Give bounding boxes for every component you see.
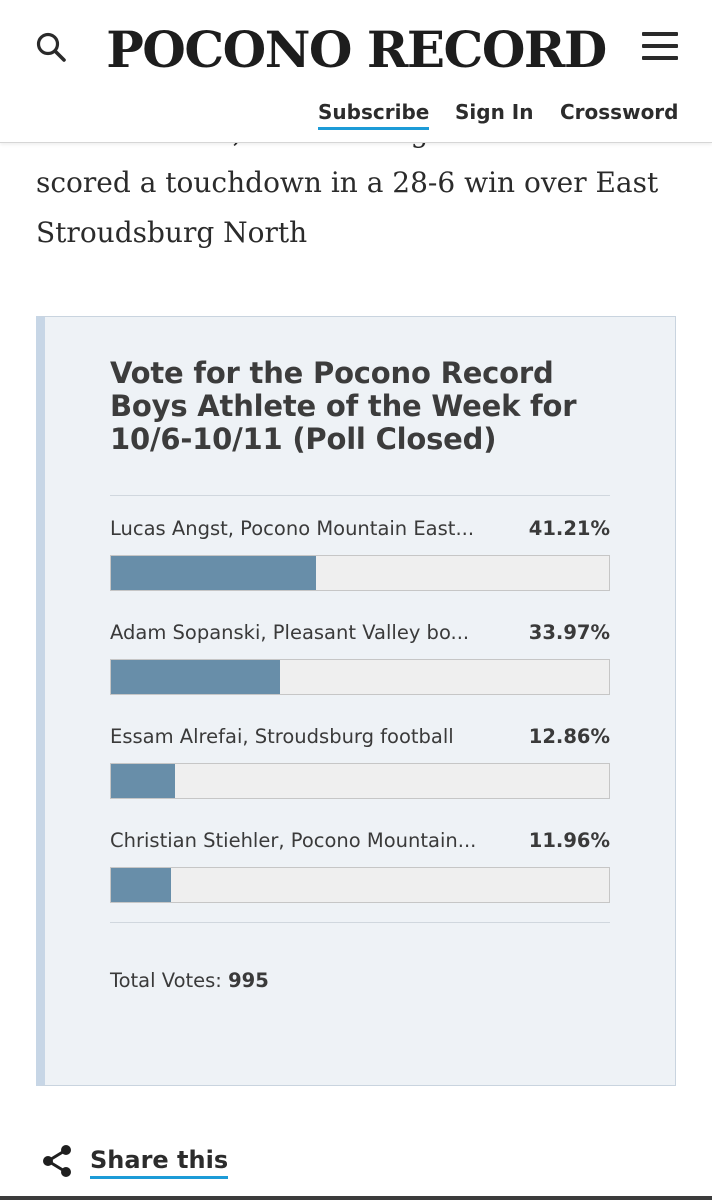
article-line: Stroudsburg North [36,216,308,249]
poll-option-bar-fill [111,868,171,902]
menu-button[interactable] [642,32,680,62]
sign-in-link[interactable]: Sign In [455,100,533,124]
poll-option-percent: 41.21% [528,517,610,540]
poll-total-label: Total Votes: [110,969,222,992]
poll-option-percent: 12.86% [528,725,610,748]
subscribe-link[interactable]: Subscribe [318,100,430,130]
poll-widget: Vote for the Pocono Record Boys Athlete … [36,316,676,1086]
poll-option-percent: 11.96% [528,829,610,852]
poll-option-label: Essam Alrefai, Stroudsburg football [110,725,454,748]
poll-divider [110,922,610,923]
poll-option-percent: 33.97% [528,621,610,644]
share-label: Share this [90,1146,229,1179]
site-logo[interactable]: POCONO RECORD [0,18,712,82]
poll-total-votes: Total Votes: 995 [110,969,269,992]
poll-total-value: 995 [228,969,269,992]
share-icon [43,1145,71,1177]
poll-option-label: Christian Stiehler, Pocono Mountain... [110,829,477,852]
poll-option-bar [110,763,610,799]
poll-option-bar-fill [111,764,176,798]
poll-option-bar [110,555,610,591]
site-header: POCONO RECORD Subscribe Sign In Crosswor… [0,0,712,143]
poll-option-bar [110,867,610,903]
poll-option-bar-fill [111,556,317,590]
crossword-link[interactable]: Crossword [560,100,679,124]
poll-option-label: Adam Sopanski, Pleasant Valley bo... [110,621,470,644]
poll-option-label: Lucas Angst, Pocono Mountain East... [110,517,475,540]
bottom-edge [0,1196,712,1200]
poll-option-bar [110,659,610,695]
poll-divider [110,495,610,496]
poll-title: Vote for the Pocono Record Boys Athlete … [110,356,577,456]
poll-option-bar-fill [111,660,281,694]
article-line: scored a touchdown in a 28-6 win over Ea… [36,166,659,199]
